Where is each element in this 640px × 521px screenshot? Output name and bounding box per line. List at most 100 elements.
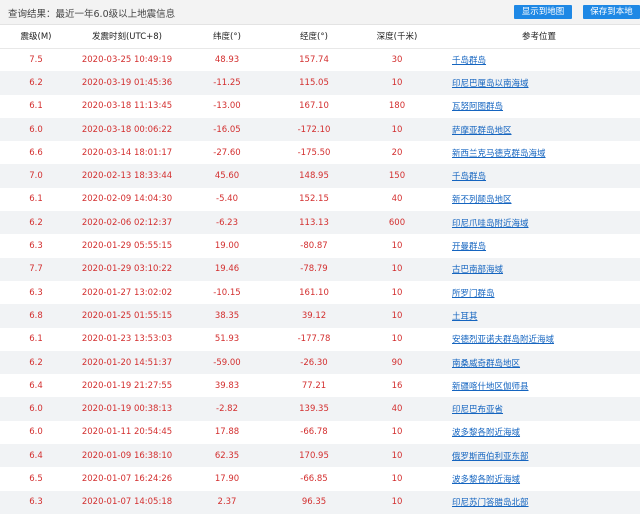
depth-cell: 10: [391, 310, 403, 321]
location-link[interactable]: 印尼巴布亚省: [452, 405, 503, 415]
location-cell: 波多黎各附近海域: [438, 467, 640, 490]
table-row: 7.0 2020-02-13 18:33:44 45.60 148.95 150 千岛群岛: [0, 164, 640, 188]
depth-cell: 10: [391, 124, 403, 135]
location-link[interactable]: 古巴南部海域: [452, 265, 503, 275]
longitude-cell: -66.85: [300, 473, 328, 484]
table-row: 6.8 2020-01-25 01:55:15 38.35 39.12 10 土耳其: [0, 304, 640, 328]
location-cell: 新西兰克马德克群岛海域: [438, 141, 640, 164]
location-cell: 印尼巴厘岛以南海域: [438, 71, 640, 94]
table-row: 6.1 2020-02-09 14:04:30 -5.40 152.15 40 新不列颠岛…: [0, 187, 640, 212]
latitude-cell: 17.90: [214, 473, 240, 484]
column-header-depth[interactable]: 深度(千米): [356, 25, 438, 49]
location-link[interactable]: 俄罗斯西伯利亚东部: [452, 452, 529, 462]
location-link[interactable]: 所罗门群岛: [452, 289, 495, 299]
latitude-cell: 19.46: [214, 264, 240, 275]
location-cell: 新疆喀什地区伽师县: [438, 374, 640, 397]
magnitude-cell: 6.0: [29, 404, 43, 415]
latitude-cell: 51.93: [214, 334, 240, 345]
location-link[interactable]: 萨摩亚群岛地区: [452, 126, 512, 136]
table-row: 6.1 2020-01-23 13:53:03 51.93 -177.78 10 安德烈亚…: [0, 327, 640, 351]
table-row: 6.3 2020-01-07 14:05:18 2.37 96.35 10 印尼苏门答腊岛…: [0, 490, 640, 514]
depth-cell: 10: [391, 450, 403, 461]
time-cell: 2020-02-06 02:12:37: [81, 217, 173, 228]
time-cell: 2020-01-20 14:51:37: [81, 357, 173, 368]
time-cell: 2020-01-11 20:54:45: [81, 427, 173, 438]
depth-cell: 20: [391, 147, 403, 158]
longitude-cell: 115.05: [299, 77, 329, 88]
depth-cell: 30: [391, 54, 403, 65]
location-cell: 萨摩亚群岛地区: [438, 118, 640, 141]
table-row: 7.7 2020-01-29 03:10:22 19.46 -78.79 10 古巴南部海…: [0, 257, 640, 281]
location-link[interactable]: 千岛群岛: [452, 172, 486, 182]
column-header-latitude[interactable]: 纬度(°): [182, 25, 272, 49]
location-link[interactable]: 印尼爪哇岛附近海域: [452, 219, 529, 229]
time-cell: 2020-01-19 21:27:55: [81, 380, 173, 391]
longitude-cell: 39.12: [301, 310, 327, 321]
latitude-cell: 2.37: [217, 497, 237, 508]
latitude-cell: 38.35: [214, 310, 240, 321]
magnitude-cell: 6.5: [29, 473, 43, 484]
latitude-cell: -6.23: [216, 217, 238, 228]
table-row: 7.5 2020-03-25 10:49:19 48.93 157.74 30 千岛群岛: [0, 48, 640, 72]
latitude-cell: 48.93: [214, 54, 240, 65]
time-cell: 2020-01-09 16:38:10: [81, 450, 173, 461]
location-link[interactable]: 新疆喀什地区伽师县: [452, 382, 529, 392]
location-link[interactable]: 瓦努阿图群岛: [452, 102, 503, 112]
magnitude-cell: 6.2: [29, 77, 43, 88]
location-cell: 安德烈亚诺夫群岛附近海域: [438, 328, 640, 351]
location-link[interactable]: 千岛群岛: [452, 56, 486, 66]
magnitude-cell: 6.1: [29, 101, 43, 112]
location-link[interactable]: 土耳其: [452, 312, 478, 322]
time-cell: 2020-01-23 13:53:03: [81, 334, 173, 345]
depth-cell: 10: [391, 241, 403, 252]
table-body: 7.5 2020-03-25 10:49:19 48.93 157.74 30 千岛群岛 6…: [0, 48, 640, 514]
time-cell: 2020-01-19 00:38:13: [81, 404, 173, 415]
longitude-cell: 113.13: [299, 217, 329, 228]
depth-cell: 10: [391, 427, 403, 438]
longitude-cell: -80.87: [300, 241, 328, 252]
depth-cell: 10: [391, 77, 403, 88]
depth-cell: 10: [391, 497, 403, 508]
column-header-longitude[interactable]: 经度(°): [272, 25, 356, 49]
table-row: 6.2 2020-02-06 02:12:37 -6.23 113.13 600 印尼爪哇…: [0, 211, 640, 235]
time-cell: 2020-01-29 03:10:22: [81, 264, 173, 275]
longitude-cell: 139.35: [299, 404, 329, 415]
time-cell: 2020-03-14 18:01:17: [81, 147, 173, 158]
table-row: 6.6 2020-03-14 18:01:17 -27.60 -175.50 20 新西兰…: [0, 141, 640, 165]
magnitude-cell: 7.0: [29, 171, 43, 182]
location-link[interactable]: 印尼巴厘岛以南海域: [452, 79, 529, 89]
longitude-cell: -172.10: [297, 124, 331, 135]
latitude-cell: -27.60: [213, 147, 241, 158]
location-link[interactable]: 南桑威奇群岛地区: [452, 359, 520, 369]
location-cell: 印尼苏门答腊岛北部: [438, 491, 640, 514]
location-link[interactable]: 新不列颠岛地区: [452, 195, 512, 205]
column-header-magnitude[interactable]: 震级(M): [0, 25, 72, 49]
table-row: 6.4 2020-01-19 21:27:55 39.83 77.21 16 新疆喀什地区…: [0, 374, 640, 398]
location-link[interactable]: 波多黎各附近海域: [452, 475, 520, 485]
magnitude-cell: 6.6: [29, 147, 43, 158]
magnitude-cell: 7.5: [29, 54, 43, 65]
time-cell: 2020-03-19 01:45:36: [81, 77, 173, 88]
table-row: 6.3 2020-01-27 13:02:02 -10.15 161.10 10 所罗门群…: [0, 280, 640, 305]
location-link[interactable]: 新西兰克马德克群岛海域: [452, 149, 546, 159]
location-link[interactable]: 开曼群岛: [452, 242, 486, 252]
table-row: 6.0 2020-01-19 00:38:13 -2.82 139.35 40 印尼巴布亚…: [0, 397, 640, 421]
show-on-map-button[interactable]: 显示到地图: [514, 5, 572, 19]
column-header-time[interactable]: 发震时刻(UTC+8): [72, 25, 182, 49]
magnitude-cell: 6.2: [29, 217, 43, 228]
location-link[interactable]: 印尼苏门答腊岛北部: [452, 498, 529, 508]
magnitude-cell: 6.3: [29, 287, 43, 298]
depth-cell: 150: [388, 171, 406, 182]
depth-cell: 16: [391, 380, 403, 391]
location-link[interactable]: 波多黎各附近海域: [452, 428, 520, 438]
depth-cell: 10: [391, 287, 403, 298]
time-cell: 2020-02-09 14:04:30: [81, 194, 173, 205]
magnitude-cell: 6.3: [29, 497, 43, 508]
time-cell: 2020-03-18 00:06:22: [81, 124, 173, 135]
magnitude-cell: 6.0: [29, 124, 43, 135]
save-local-button[interactable]: 保存到本地: [583, 5, 640, 19]
longitude-cell: -177.78: [297, 334, 331, 345]
latitude-cell: 45.60: [214, 171, 240, 182]
location-link[interactable]: 安德烈亚诺夫群岛附近海域: [452, 335, 554, 345]
latitude-cell: -5.40: [216, 194, 238, 205]
